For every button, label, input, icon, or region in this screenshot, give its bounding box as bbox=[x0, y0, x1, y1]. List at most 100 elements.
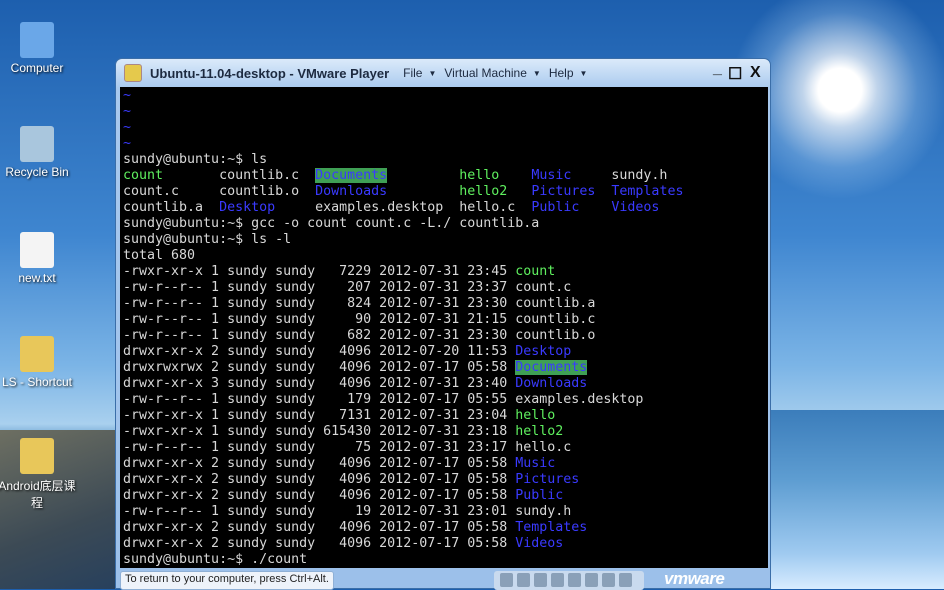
printer-icon[interactable] bbox=[568, 573, 581, 587]
terminal-text: hello2 bbox=[459, 184, 508, 199]
terminal-line: drwxr-xr-x 2 sundy sundy 4096 2012-07-17… bbox=[123, 472, 768, 488]
terminal-text: ~ bbox=[123, 88, 132, 103]
terminal-text: total 680 bbox=[123, 248, 196, 263]
file-icon bbox=[20, 22, 54, 58]
terminal-line: sundy@ubuntu:~$ ls bbox=[123, 152, 768, 168]
terminal-line: -rw-r--r-- 1 sundy sundy 75 2012-07-31 2… bbox=[123, 440, 768, 456]
terminal-text: Pictures bbox=[531, 184, 596, 199]
terminal-text: count bbox=[515, 264, 556, 279]
terminal-text: -rw-r--r-- 1 sundy sundy 682 2012-07-31 … bbox=[123, 328, 596, 343]
floppy-icon[interactable] bbox=[534, 573, 547, 587]
terminal-text: -rwxr-xr-x 1 sundy sundy 7229 2012-07-31… bbox=[123, 264, 516, 279]
file-icon bbox=[20, 336, 54, 372]
terminal-text: -rwxr-xr-x 1 sundy sundy 7131 2012-07-31… bbox=[123, 408, 516, 423]
desktop-icon[interactable]: Android底层课程 bbox=[0, 438, 77, 511]
usb-icon[interactable] bbox=[602, 573, 615, 587]
terminal-text: Videos bbox=[611, 200, 660, 215]
terminal-text: sundy@ubuntu:~$ ls -l bbox=[123, 232, 292, 247]
chevron-down-icon[interactable]: ▼ bbox=[580, 69, 588, 78]
terminal-text: count bbox=[123, 168, 164, 183]
terminal-text: hello bbox=[459, 168, 500, 183]
close-button[interactable]: X bbox=[750, 64, 761, 82]
terminal-text: drwxr-xr-x 2 sundy sundy 4096 2012-07-17… bbox=[123, 536, 516, 551]
vmware-player-window: Ubuntu-11.04-desktop - VMware Player Fil… bbox=[115, 58, 771, 590]
terminal-text: Documents bbox=[315, 168, 388, 183]
terminal-text: hello2 bbox=[515, 424, 564, 439]
status-bar: To return to your computer, press Ctrl+A… bbox=[116, 568, 770, 590]
hard-disk-icon[interactable] bbox=[500, 573, 513, 587]
terminal-line: count countlib.c Documents hello Music s… bbox=[123, 168, 768, 184]
device-tray bbox=[494, 571, 644, 590]
chevron-down-icon[interactable]: ▼ bbox=[533, 69, 541, 78]
terminal-text: Templates bbox=[515, 520, 588, 535]
desktop-icon-label: Computer bbox=[10, 61, 64, 75]
file-icon bbox=[20, 232, 54, 268]
chevron-down-icon[interactable]: ▼ bbox=[428, 69, 436, 78]
terminal-line: drwxrwxrwx 2 sundy sundy 4096 2012-07-17… bbox=[123, 360, 768, 376]
terminal-text: Music bbox=[531, 168, 572, 183]
sound-icon[interactable] bbox=[585, 573, 598, 587]
terminal-text: drwxr-xr-x 2 sundy sundy 4096 2012-07-20… bbox=[123, 344, 516, 359]
terminal-text: Downloads bbox=[515, 376, 588, 391]
terminal-text: Templates bbox=[611, 184, 684, 199]
terminal-line: drwxr-xr-x 2 sundy sundy 4096 2012-07-17… bbox=[123, 456, 768, 472]
desktop-icon[interactable]: Recycle Bin bbox=[0, 126, 77, 179]
terminal-line: count.c countlib.o Downloads hello2 Pict… bbox=[123, 184, 768, 200]
minimize-button[interactable]: _ bbox=[713, 60, 722, 78]
terminal-text: sundy@ubuntu:~$ gcc -o count count.c -L.… bbox=[123, 216, 540, 231]
menu-help[interactable]: Help bbox=[549, 66, 574, 80]
terminal-text: ~ bbox=[123, 120, 132, 135]
title-bar[interactable]: Ubuntu-11.04-desktop - VMware Player Fil… bbox=[116, 59, 770, 87]
file-icon bbox=[20, 438, 54, 474]
network-icon[interactable] bbox=[551, 573, 564, 587]
terminal-line: total 680 bbox=[123, 248, 768, 264]
terminal-text: Desktop bbox=[515, 344, 572, 359]
terminal-text: sundy@ubuntu:~$ ls bbox=[123, 152, 268, 167]
desktop-icon[interactable]: LS - Shortcut bbox=[0, 336, 77, 389]
terminal-line: -rw-r--r-- 1 sundy sundy 682 2012-07-31 … bbox=[123, 328, 768, 344]
terminal-text: sundy.h bbox=[571, 168, 668, 183]
message-icon[interactable] bbox=[619, 573, 632, 587]
desktop-icon-label: Recycle Bin bbox=[5, 165, 69, 179]
terminal-line: -rw-r--r-- 1 sundy sundy 90 2012-07-31 2… bbox=[123, 312, 768, 328]
terminal-text: -rw-r--r-- 1 sundy sundy 90 2012-07-31 2… bbox=[123, 312, 596, 327]
terminal-line: drwxr-xr-x 2 sundy sundy 4096 2012-07-20… bbox=[123, 344, 768, 360]
terminal-line: sundy@ubuntu:~$ ./count bbox=[123, 552, 768, 568]
terminal-line: ~ bbox=[123, 136, 768, 152]
window-title: Ubuntu-11.04-desktop - VMware Player bbox=[150, 65, 390, 81]
terminal-line: sundy@ubuntu:~$ gcc -o count count.c -L.… bbox=[123, 216, 768, 232]
menu-file[interactable]: File bbox=[403, 66, 422, 80]
maximize-button[interactable]: ☐ bbox=[728, 64, 742, 84]
desktop-icon[interactable]: new.txt bbox=[0, 232, 77, 285]
terminal-text: drwxrwxrwx 2 sundy sundy 4096 2012-07-17… bbox=[123, 360, 516, 375]
terminal-text: examples.desktop hello.c bbox=[275, 200, 532, 215]
terminal-line: drwxr-xr-x 2 sundy sundy 4096 2012-07-17… bbox=[123, 488, 768, 504]
terminal-line: -rw-r--r-- 1 sundy sundy 824 2012-07-31 … bbox=[123, 296, 768, 312]
terminal-text: Pictures bbox=[515, 472, 580, 487]
terminal-text: ~ bbox=[123, 104, 132, 119]
terminal-text: -rw-r--r-- 1 sundy sundy 179 2012-07-17 … bbox=[123, 392, 644, 407]
cd-drive-icon[interactable] bbox=[517, 573, 530, 587]
wallpaper-sea bbox=[770, 410, 944, 589]
menu-virtual-machine[interactable]: Virtual Machine bbox=[444, 66, 527, 80]
terminal-line: drwxr-xr-x 2 sundy sundy 4096 2012-07-17… bbox=[123, 536, 768, 552]
desktop-icon-label: LS - Shortcut bbox=[1, 375, 73, 389]
vmware-logo: vmware bbox=[664, 569, 725, 588]
terminal-text: Documents bbox=[515, 360, 588, 375]
terminal-text: drwxr-xr-x 2 sundy sundy 4096 2012-07-17… bbox=[123, 472, 516, 487]
terminal-line: -rwxr-xr-x 1 sundy sundy 615430 2012-07-… bbox=[123, 424, 768, 440]
vmware-app-icon bbox=[124, 64, 142, 82]
terminal-screen[interactable]: ~ ~ ~ ~ sundy@ubuntu:~$ ls count countlib.c D… bbox=[120, 87, 768, 568]
terminal-text: -rw-r--r-- 1 sundy sundy 19 2012-07-31 2… bbox=[123, 504, 572, 519]
terminal-text: Desktop bbox=[219, 200, 276, 215]
terminal-text: drwxr-xr-x 2 sundy sundy 4096 2012-07-17… bbox=[123, 520, 516, 535]
terminal-text: sundy@ubuntu:~$ ./count bbox=[123, 552, 308, 567]
terminal-line: -rwxr-xr-x 1 sundy sundy 7229 2012-07-31… bbox=[123, 264, 768, 280]
terminal-line: -rwxr-xr-x 1 sundy sundy 7131 2012-07-31… bbox=[123, 408, 768, 424]
desktop-icon[interactable]: Computer bbox=[0, 22, 77, 75]
terminal-line: drwxr-xr-x 2 sundy sundy 4096 2012-07-17… bbox=[123, 520, 768, 536]
terminal-text: -rwxr-xr-x 1 sundy sundy 615430 2012-07-… bbox=[123, 424, 516, 439]
